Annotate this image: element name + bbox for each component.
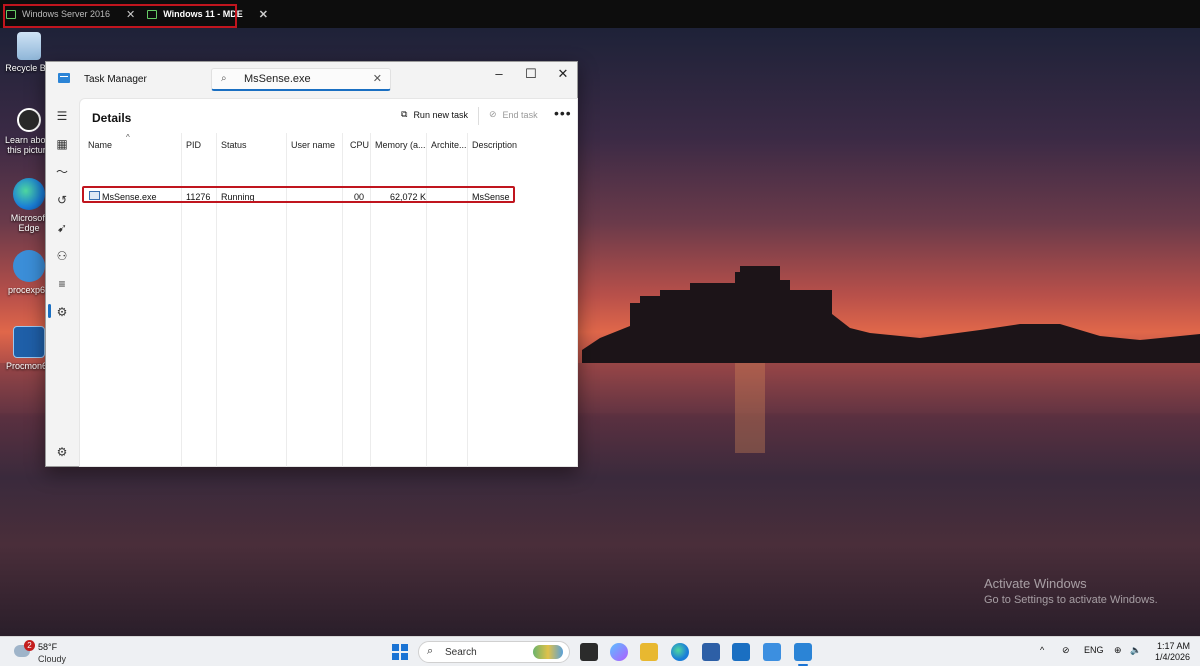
clock-date: 1/4/2026 — [1154, 652, 1190, 662]
copilot-icon[interactable] — [610, 643, 628, 661]
navigation-rail: ☰ ▦ 〜 ↺ ➹ ⚇ ≡ ⚙ ⚙ — [46, 98, 79, 467]
clock-time: 1:17 AM — [1156, 641, 1190, 651]
column-header-pid[interactable]: PID — [186, 140, 201, 150]
file-explorer-icon[interactable] — [640, 643, 658, 661]
run-new-task-button[interactable]: ⧉ Run new task — [401, 109, 468, 120]
tab-close-icon[interactable]: ✕ — [126, 8, 135, 21]
search-icon: ⌕ — [427, 645, 434, 657]
maximize-button[interactable]: ☐ — [515, 64, 547, 84]
weather-temperature: 58°F — [38, 642, 58, 652]
column-divider — [342, 133, 343, 467]
details-panel: Details ⧉ Run new task ⊘ End task ••• ^ … — [79, 98, 578, 467]
sort-ascending-icon: ^ — [126, 133, 130, 142]
windows-logo-icon — [392, 644, 399, 651]
column-header-description[interactable]: Description — [472, 140, 517, 150]
column-divider — [426, 133, 427, 467]
activate-windows-watermark: Activate Windows Go to Settings to activ… — [984, 576, 1158, 606]
task-manager-logo-icon — [58, 73, 70, 83]
performance-icon[interactable]: 〜 — [54, 164, 70, 180]
globe-icon[interactable]: ⊕ — [1114, 645, 1122, 656]
process-monitor-icon — [13, 326, 45, 358]
taskbar-search-label: Search — [445, 647, 477, 658]
close-button[interactable]: ✕ — [547, 64, 579, 84]
watermark-title: Activate Windows — [984, 576, 1087, 591]
tab-windows-server-2016[interactable]: Windows Server 2016 ✕ — [0, 3, 141, 25]
run-task-icon: ⧉ — [401, 109, 408, 119]
watermark-subtitle: Go to Settings to activate Windows. — [984, 594, 1158, 606]
column-divider — [286, 133, 287, 467]
tab-label: Windows Server 2016 — [22, 9, 111, 19]
column-divider — [216, 133, 217, 467]
end-task-label: End task — [502, 109, 538, 120]
taskbar: 2 58°F Cloudy ⌕ Search ^ ⊘ ENG ⊕ 🔈 1:17 … — [0, 636, 1200, 666]
remote-tab-bar: Windows Server 2016 ✕ Windows 11 - MDE ✕ — [0, 0, 1200, 28]
services-icon[interactable]: ⚙ — [54, 304, 70, 320]
edge-icon[interactable] — [671, 643, 689, 661]
end-task-icon: ⊘ — [489, 109, 497, 119]
tab-windows-11-mde[interactable]: Windows 11 - MDE ✕ — [141, 3, 274, 25]
column-header-user-name[interactable]: User name — [291, 140, 335, 150]
users-icon[interactable]: ⚇ — [54, 248, 70, 264]
language-indicator[interactable]: ENG — [1084, 645, 1104, 655]
column-header-name[interactable]: Name — [88, 140, 112, 150]
mssense-row-highlight[interactable] — [82, 186, 515, 203]
tab-close-icon[interactable]: ✕ — [259, 8, 268, 21]
app-history-icon[interactable]: ↺ — [54, 192, 70, 208]
remote-desktop-icon[interactable] — [763, 643, 781, 661]
search-highlight-art — [533, 645, 563, 659]
window-title: Task Manager — [84, 74, 147, 85]
volume-icon[interactable]: 🔈 — [1130, 645, 1141, 656]
recycle-bin-icon — [17, 32, 41, 60]
run-new-task-label: Run new task — [413, 109, 468, 120]
end-task-button[interactable]: ⊘ End task — [489, 109, 538, 120]
toolbar-divider — [478, 107, 479, 125]
task-view-icon[interactable] — [580, 643, 598, 661]
search-input[interactable]: MsSense.exe — [244, 73, 311, 85]
camera-icon — [17, 108, 41, 132]
taskbar-search[interactable]: ⌕ Search — [418, 641, 570, 663]
minimize-button[interactable]: – — [483, 64, 515, 84]
outlook-icon[interactable] — [732, 643, 750, 661]
task-manager-taskbar-icon[interactable] — [794, 643, 812, 666]
notification-badge: 2 — [24, 640, 35, 651]
clock[interactable]: 1:17 AM 1/4/2026 — [1150, 641, 1190, 663]
show-hidden-icons[interactable]: ^ — [1040, 645, 1044, 655]
column-divider — [467, 133, 468, 467]
edge-icon — [13, 178, 45, 210]
microsoft-store-icon[interactable] — [702, 643, 720, 661]
title-bar: Task Manager ⌕ MsSense.exe ✕ – ☐ ✕ — [46, 62, 577, 98]
clear-search-icon[interactable]: ✕ — [373, 72, 382, 85]
vm-icon — [6, 9, 16, 19]
hamburger-menu-icon[interactable]: ☰ — [54, 108, 70, 124]
column-divider — [181, 133, 182, 467]
details-icon[interactable]: ≡ — [54, 276, 70, 292]
column-header-architecture[interactable]: Archite... — [431, 140, 467, 150]
startup-apps-icon[interactable]: ➹ — [54, 220, 70, 236]
page-title: Details — [92, 111, 132, 125]
column-header-status[interactable]: Status — [221, 140, 247, 150]
weather-condition: Cloudy — [38, 654, 67, 664]
column-divider — [370, 133, 371, 467]
tab-label: Windows 11 - MDE — [163, 9, 243, 19]
processes-icon[interactable]: ▦ — [54, 136, 70, 152]
column-header-cpu[interactable]: CPU — [350, 140, 369, 150]
settings-icon[interactable]: ⚙ — [54, 444, 70, 460]
start-button[interactable] — [392, 644, 408, 660]
column-header-memory[interactable]: Memory (a... — [375, 140, 426, 150]
details-table: ^ Name PID Status User name CPU Memory (… — [80, 133, 577, 467]
vm-icon — [147, 9, 158, 19]
search-box[interactable]: ⌕ MsSense.exe ✕ — [211, 68, 391, 91]
selected-indicator — [48, 304, 51, 318]
network-off-icon[interactable]: ⊘ — [1062, 645, 1070, 656]
task-manager-window: Task Manager ⌕ MsSense.exe ✕ – ☐ ✕ ☰ ▦ 〜… — [45, 61, 578, 467]
search-icon: ⌕ — [221, 73, 227, 84]
more-options-button[interactable]: ••• — [554, 105, 572, 121]
process-explorer-icon — [13, 250, 45, 282]
